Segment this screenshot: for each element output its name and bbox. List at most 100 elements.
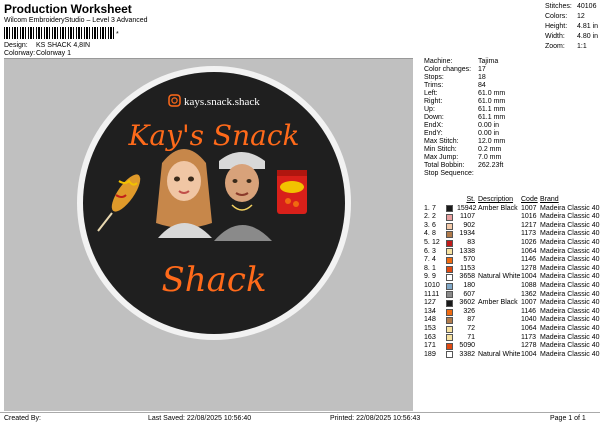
stop-number: 4. [424, 230, 430, 238]
color-swatch [446, 325, 453, 333]
stop-row: 15. 3 72 1064 Madeira Classic 40 [424, 325, 600, 334]
instagram-handle: kays.snack.shack [184, 96, 260, 108]
summary-value: 4.80 in [577, 33, 599, 40]
stop-code: 1146 [521, 256, 537, 264]
stop-row: 16. 3 71 1173 Madeira Classic 40 [424, 334, 600, 343]
design-meta: Design: KS SHACK 4,8IN [4, 42, 90, 49]
color-swatch [446, 231, 453, 239]
color-swatch [446, 239, 453, 247]
summary-value: 40106 [577, 3, 597, 10]
title-line1: Kay's Snack [128, 119, 300, 152]
stop-stitches: 902 [463, 221, 475, 229]
stop-code: 1004 [521, 350, 537, 358]
stop-color-index: 4 [432, 256, 436, 264]
last-saved: Last Saved: 22/08/2025 10:56:40 [148, 415, 252, 422]
title-line2: Shack [161, 260, 266, 300]
summary-value: 1:1 [577, 43, 587, 50]
stop-code: 1173 [521, 230, 537, 238]
stop-brand: Madeira Classic 40 [540, 238, 600, 246]
stop-row: 1. 7 15942 Amber Black 1007 Madeira Classic 4… [424, 205, 600, 214]
worksheet-title: Production Worksheet [4, 2, 132, 16]
stop-row: 12. 7 3602 Amber Black 1007 Madeira Classic 4… [424, 299, 600, 308]
barcode [4, 27, 114, 39]
stop-stitches: 83 [467, 238, 475, 246]
info-label: Total Bobbin: [424, 162, 465, 169]
stop-number: 5. [424, 238, 430, 246]
info-label: Color changes: [424, 66, 472, 73]
page-footer: Created By: Last Saved: 22/08/2025 10:56… [0, 412, 600, 425]
stop-description: Amber Black [478, 204, 518, 212]
stop-row: 7. 4 570 1146 Madeira Classic 40 [424, 256, 600, 265]
stop-sequence-title: Stop Sequence: [424, 170, 474, 177]
stop-stitches: 1934 [459, 230, 475, 238]
stop-stitches: 570 [463, 256, 475, 264]
stop-code: 1064 [521, 324, 537, 332]
color-swatch [446, 205, 453, 213]
design-value: KS SHACK 4,8IN [36, 42, 91, 49]
stop-stitches: 5090 [459, 342, 475, 350]
stop-number: 9. [424, 273, 430, 281]
stop-color-index: 4 [432, 307, 436, 315]
stop-row: 10. 10 180 1088 Madeira Classic 40 [424, 282, 600, 291]
stop-stitches: 180 [463, 281, 475, 289]
stop-code: 1007 [521, 204, 537, 212]
colorway-label: Colorway: [4, 50, 36, 57]
color-swatch [446, 334, 453, 342]
stop-color-index: 7 [432, 204, 436, 212]
info-value: 0.00 in [478, 122, 500, 129]
design-canvas[interactable]: kays.snack.shack Kay's Snack Shack [4, 58, 413, 411]
summary-label: Colors: [545, 13, 568, 20]
stop-number: 1. [424, 204, 430, 212]
stop-code: 1217 [521, 221, 537, 229]
stop-brand: Madeira Classic 40 [540, 281, 600, 289]
stop-stitches: 1338 [459, 247, 475, 255]
color-swatch [446, 213, 453, 221]
stop-brand: Madeira Classic 40 [540, 230, 600, 238]
embroidery-patch: kays.snack.shack Kay's Snack Shack [74, 63, 354, 348]
summary-panel: Stitches: 40106 Colors: 12 Height: 4.81 in … [545, 2, 598, 52]
stop-number: 3. [424, 221, 430, 229]
color-swatch [446, 282, 453, 290]
stop-row: 3. 6 902 1217 Madeira Classic 40 [424, 222, 600, 231]
barcode-tail: * [116, 31, 119, 38]
info-label: Down: [424, 114, 444, 121]
stop-row: 13. 4 326 1146 Madeira Classic 40 [424, 308, 600, 317]
colorway-value: Colorway 1 [36, 50, 72, 57]
printed-date: Printed: 22/08/2025 10:56:43 [330, 415, 421, 422]
info-label: Stops: [424, 74, 444, 81]
stop-stitches: 3382 [459, 350, 475, 358]
col-stitches: St. [466, 196, 475, 203]
stop-stitches: 607 [463, 290, 475, 298]
info-value: 17 [478, 66, 486, 73]
stop-code: 1146 [521, 307, 537, 315]
stop-brand: Madeira Classic 40 [540, 264, 600, 272]
stop-stitches: 326 [463, 307, 475, 315]
stop-color-index: 1 [432, 264, 436, 272]
color-swatch [446, 265, 453, 273]
color-swatch [446, 299, 453, 307]
stop-number: 7. [424, 256, 430, 264]
stop-code: 1088 [521, 281, 537, 289]
color-swatch [446, 291, 453, 299]
color-swatch [446, 308, 453, 316]
stop-color-index: 8 [432, 230, 436, 238]
stop-code: 1173 [521, 333, 537, 341]
info-label: Up: [424, 106, 435, 113]
stop-number: 14. [424, 316, 434, 324]
info-value: 84 [478, 82, 486, 89]
stop-color-index: 11 [432, 290, 440, 298]
woman-avatar [156, 149, 212, 238]
stop-row: 8. 1 1153 1278 Madeira Classic 40 [424, 265, 600, 274]
stop-stitches: 3658 [459, 273, 475, 281]
stop-brand: Madeira Classic 40 [540, 273, 600, 281]
color-swatch [446, 317, 453, 325]
stop-stitches: 71 [467, 333, 475, 341]
stop-color-index: 1 [432, 342, 436, 350]
info-label: EndY: [424, 130, 443, 137]
info-value: 0.2 mm [478, 146, 502, 153]
stop-number: 10. [424, 281, 434, 289]
summary-value: 12 [577, 13, 585, 20]
stop-number: 13. [424, 307, 434, 315]
col-code: Code [521, 196, 538, 203]
summary-label: Width: [545, 33, 565, 40]
